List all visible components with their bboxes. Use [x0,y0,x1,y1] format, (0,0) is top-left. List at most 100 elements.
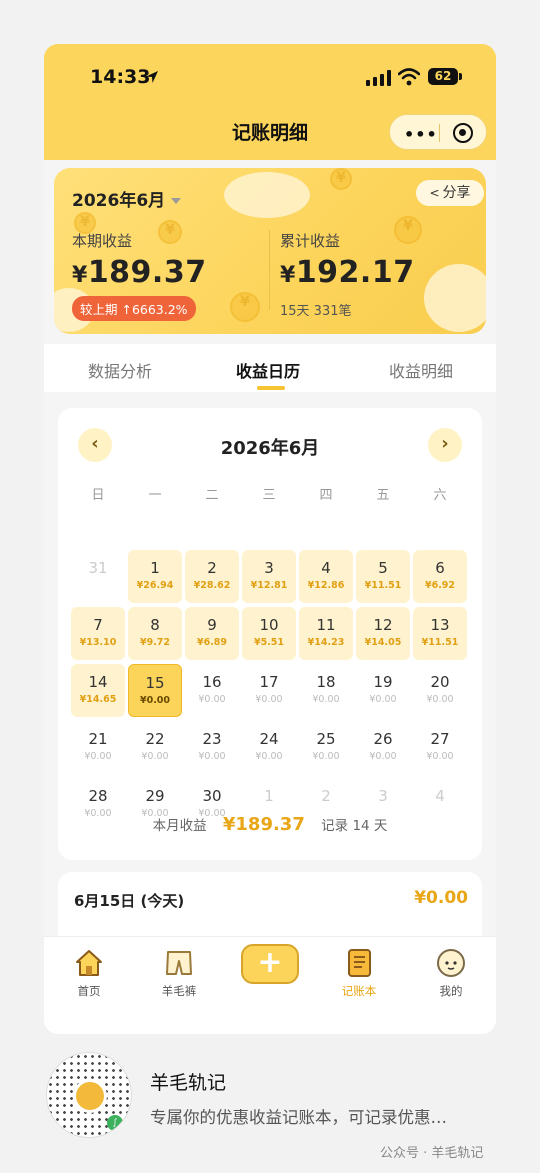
calendar-day[interactable]: 4 ¥12.86 [299,550,353,603]
tab-income-detail[interactable]: 收益明细 [389,358,453,382]
day-number: 1 [264,787,274,805]
day-number: 1 [150,559,160,577]
more-dots-icon[interactable]: ••• [404,125,438,144]
day-number: 25 [316,730,336,748]
battery-indicator: 62 [428,68,462,85]
calendar-day[interactable]: 18 ¥0.00 [299,664,353,717]
tab-income-calendar[interactable]: 收益日历 [236,358,300,382]
day-number: 8 [150,616,160,634]
calendar-day: 31 [71,550,125,603]
day-number: 12 [373,616,393,634]
day-number: 24 [259,730,279,748]
day-amount: ¥14.23 [307,637,345,648]
sheep-avatar-icon [435,947,467,979]
day-amount: ¥6.92 [424,580,456,591]
nav-pants[interactable]: 羊毛裤 [144,947,214,999]
target-icon[interactable] [453,123,473,143]
cumulative-income: 累计收益 ¥192.17 15天 331笔 [280,230,415,319]
nav-home[interactable]: 首页 [54,947,124,999]
day-amount: ¥0.00 [369,751,397,762]
capsule-menu: ••• [389,114,487,150]
calendar-day[interactable]: 25 ¥0.00 [299,721,353,774]
day-amount: ¥9.72 [139,637,171,648]
day-number: 2 [321,787,331,805]
cellular-signal-icon [366,70,391,86]
day-amount: ¥0.00 [84,751,112,762]
today-value: ¥0.00 [414,888,468,908]
day-number: 2 [207,559,217,577]
day-amount: ¥0.00 [426,751,454,762]
day-number: 6 [435,559,445,577]
day-number: 4 [435,787,445,805]
weekday-label: 六 [433,488,447,503]
calendar-day[interactable]: 24 ¥0.00 [242,721,296,774]
weekday-label: 二 [205,488,219,503]
compare-badge: 较上期 ↑6663.2% [72,296,196,321]
mini-program-screen: 14:33 62 记账明细 ••• ¥ ¥ ¥ ¥ ¥ 2026年6月 < 分享… [44,44,496,1034]
calendar-day[interactable]: 1 ¥26.94 [128,550,182,603]
calendar-day[interactable]: 21 ¥0.00 [71,721,125,774]
calendar-day[interactable]: 8 ¥9.72 [128,607,182,660]
month-income-total: ¥189.37 [222,814,305,835]
calendar-day[interactable]: 27 ¥0.00 [413,721,467,774]
coin-decoration [230,292,260,322]
calendar-day[interactable]: 11 ¥14.23 [299,607,353,660]
add-record-button[interactable]: + [241,944,299,984]
month-selector[interactable]: 2026年6月 [72,186,182,211]
period-income: 本期收益 ¥189.37 较上期 ↑6663.2% [72,230,207,321]
calendar-day[interactable]: 9 ¥6.89 [185,607,239,660]
calendar-day[interactable]: 12 ¥14.05 [356,607,410,660]
day-number: 4 [321,559,331,577]
calendar-day[interactable]: 5 ¥11.51 [356,550,410,603]
calendar-day[interactable]: 2 ¥28.62 [185,550,239,603]
day-number: 21 [88,730,108,748]
income-summary-card: 2026年6月 <分享 本期收益 ¥189.37 较上期 ↑6663.2% 累计… [54,168,486,334]
calendar-day[interactable]: 19 ¥0.00 [356,664,410,717]
day-amount: ¥0.00 [198,694,226,705]
day-number: 18 [316,673,336,691]
mini-program-qr-code[interactable]: ∫ [46,1052,132,1138]
day-amount: ¥6.89 [196,637,228,648]
day-amount: ¥11.51 [421,637,459,648]
day-amount: ¥5.51 [253,637,285,648]
cumulative-income-value: ¥192.17 [280,255,415,290]
cumulative-stats: 15天 331笔 [280,304,352,319]
day-number: 29 [145,787,165,805]
weekday-label: 日 [91,488,105,503]
calendar-day[interactable]: 10 ¥5.51 [242,607,296,660]
nav-mine-label: 我的 [439,984,463,998]
calendar-day[interactable]: 15 ¥0.00 [128,664,182,717]
calendar-day[interactable]: 3 ¥12.81 [242,550,296,603]
calendar-day[interactable]: 22 ¥0.00 [128,721,182,774]
calendar-day[interactable]: 6 ¥6.92 [413,550,467,603]
calendar-day[interactable]: 16 ¥0.00 [185,664,239,717]
day-amount: ¥0.00 [369,694,397,705]
header: 14:33 62 记账明细 ••• [44,44,496,160]
tab-data-analysis[interactable]: 数据分析 [88,358,152,382]
share-button[interactable]: < 分享 [416,180,484,206]
day-number: 9 [207,616,217,634]
calendar-day[interactable]: 13 ¥11.51 [413,607,467,660]
calendar-day[interactable]: 14 ¥14.65 [71,664,125,717]
calendar-summary: 本月收益 ¥189.37 记录 14 天 [58,814,482,835]
article-title[interactable]: 羊毛轨记 [150,1068,226,1095]
period-amount: 189.37 [87,255,207,290]
nav-mine[interactable]: 我的 [416,947,486,999]
day-number: 7 [93,616,103,634]
cumulative-amount: 192.17 [295,255,415,290]
day-amount: ¥13.10 [79,637,117,648]
weekday-label: 四 [319,488,333,503]
day-number: 3 [264,559,274,577]
nav-notebook[interactable]: 记账本 [324,947,394,999]
day-number: 23 [202,730,222,748]
calendar-day[interactable]: 26 ¥0.00 [356,721,410,774]
calendar-day[interactable]: 7 ¥13.10 [71,607,125,660]
calendar-day[interactable]: 20 ¥0.00 [413,664,467,717]
mini-program-icon: ∫ [107,1115,123,1131]
day-number: 3 [378,787,388,805]
next-month-button[interactable]: › [428,428,462,462]
today-detail-row[interactable]: 6月15日 (今天) ¥0.00 [58,872,482,936]
calendar-day[interactable]: 23 ¥0.00 [185,721,239,774]
day-amount: ¥12.81 [250,580,288,591]
calendar-day[interactable]: 17 ¥0.00 [242,664,296,717]
